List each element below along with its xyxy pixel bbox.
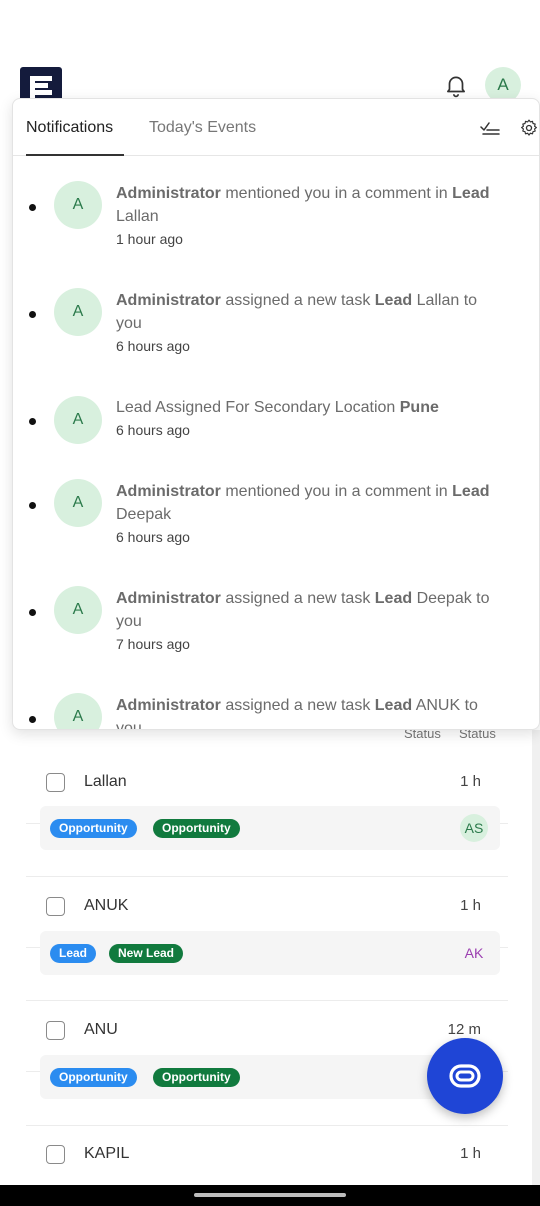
lead-name[interactable]: Lallan — [84, 773, 127, 791]
notification-time: 6 hours ago — [116, 338, 190, 354]
list-item[interactable]: ANUK 1 h — [26, 824, 508, 948]
notification-message: Administrator mentioned you in a comment… — [116, 185, 490, 225]
bell-icon[interactable] — [443, 72, 469, 98]
unread-dot — [29, 502, 36, 509]
lead-time: 12 m — [447, 1021, 481, 1038]
chat-assistant-button[interactable] — [427, 1038, 503, 1114]
row-checkbox[interactable] — [46, 897, 65, 916]
notification-avatar: A — [54, 479, 102, 527]
notification-avatar: A — [54, 586, 102, 634]
home-handle[interactable] — [194, 1193, 346, 1197]
lead-time: 1 h — [460, 897, 481, 914]
unread-dot — [29, 418, 36, 425]
notifications-panel: Notifications Today's Events A Administr… — [12, 98, 540, 730]
unread-dot — [29, 204, 36, 211]
gear-icon[interactable] — [519, 118, 539, 138]
unread-dot — [29, 609, 36, 616]
notification-time: 6 hours ago — [116, 529, 190, 545]
mark-all-read-icon[interactable] — [479, 119, 501, 137]
app-page: Status Status Lallan 1 h Opportunity Opp… — [0, 0, 540, 1206]
lead-time: 1 h — [460, 773, 481, 790]
scrollbar-track — [532, 730, 540, 1185]
notification-time: 7 hours ago — [116, 636, 190, 652]
notification-message: Administrator assigned a new task Lead D… — [116, 590, 490, 630]
unread-dot — [29, 311, 36, 318]
tab-todays-events[interactable]: Today's Events — [149, 119, 256, 137]
row-checkbox[interactable] — [46, 773, 65, 792]
lead-name[interactable]: ANU — [84, 1021, 118, 1039]
notification-message: Administrator mentioned you in a comment… — [116, 483, 490, 523]
lead-name[interactable]: ANUK — [84, 897, 128, 915]
notification-message: Administrator assigned a new task Lead A… — [116, 697, 478, 730]
row-checkbox[interactable] — [46, 1021, 65, 1040]
notification-avatar: A — [54, 288, 102, 336]
unread-dot — [29, 716, 36, 723]
notifications-tabs: Notifications Today's Events — [13, 99, 539, 156]
chat-bot-icon — [449, 1064, 481, 1088]
notification-avatar: A — [54, 693, 102, 729]
row-checkbox[interactable] — [46, 1145, 65, 1164]
notification-time: 6 hours ago — [116, 422, 190, 438]
notification-message: Administrator assigned a new task Lead L… — [116, 292, 478, 332]
notification-time: 1 hour ago — [116, 231, 183, 247]
lead-name[interactable]: KAPIL — [84, 1145, 129, 1163]
notification-message: Lead Assigned For Secondary Location Pun… — [116, 399, 439, 416]
notification-avatar: A — [54, 396, 102, 444]
notification-avatar: A — [54, 181, 102, 229]
tab-notifications[interactable]: Notifications — [26, 119, 113, 137]
system-nav-bar — [0, 1185, 540, 1206]
lead-time: 1 h — [460, 1145, 481, 1162]
top-header: A — [0, 0, 540, 110]
active-tab-indicator — [26, 154, 124, 156]
